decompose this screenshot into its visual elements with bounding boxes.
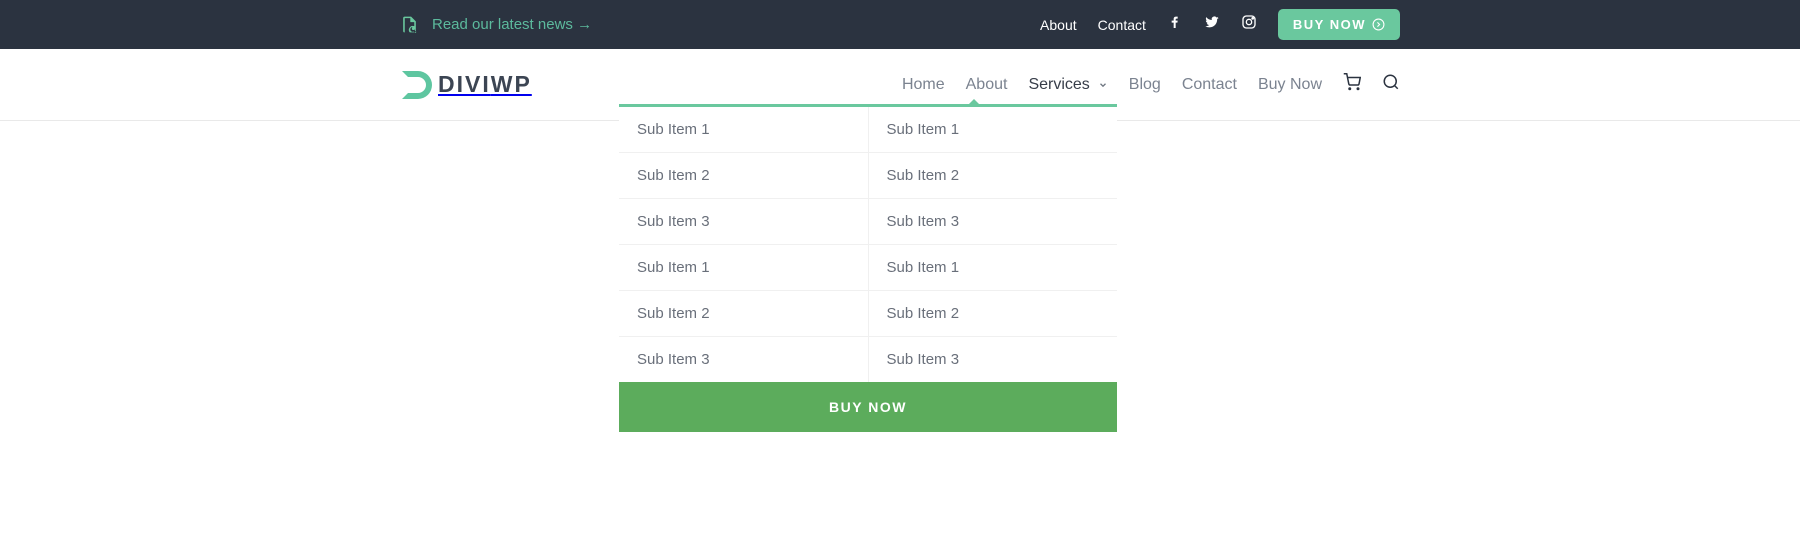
- mega-col-1: Sub Item 1 Sub Item 2 Sub Item 3 Sub Ite…: [619, 107, 869, 382]
- twitter-icon[interactable]: [1204, 14, 1220, 35]
- mega-item[interactable]: Sub Item 2: [619, 291, 868, 337]
- nav-about[interactable]: About: [966, 76, 1008, 94]
- chevron-down-icon: [1098, 80, 1108, 90]
- nav-buy-now[interactable]: Buy Now: [1258, 76, 1322, 94]
- logo-text: DIVIWP: [438, 71, 532, 98]
- mega-item[interactable]: Sub Item 2: [869, 291, 1118, 337]
- instagram-icon[interactable]: [1241, 14, 1257, 35]
- mega-col-2: Sub Item 1 Sub Item 2 Sub Item 3 Sub Ite…: [869, 107, 1118, 382]
- logo[interactable]: DIVIWP: [400, 67, 532, 103]
- mega-item[interactable]: Sub Item 1: [619, 245, 868, 291]
- mega-item[interactable]: Sub Item 3: [869, 337, 1118, 382]
- buy-now-button[interactable]: BUY NOW: [1278, 9, 1400, 40]
- nav-services-label: Services: [1028, 76, 1089, 94]
- mega-item[interactable]: Sub Item 2: [619, 153, 868, 199]
- mega-item[interactable]: Sub Item 2: [869, 153, 1118, 199]
- topbar-link-contact[interactable]: Contact: [1098, 17, 1146, 33]
- mega-item[interactable]: Sub Item 3: [869, 199, 1118, 245]
- nav-home[interactable]: Home: [902, 76, 945, 94]
- topbar: Read our latest news → About Contact BUY…: [0, 0, 1800, 49]
- mega-columns: Sub Item 1 Sub Item 2 Sub Item 3 Sub Ite…: [619, 107, 1117, 382]
- mega-item[interactable]: Sub Item 1: [869, 107, 1118, 153]
- cart-icon[interactable]: [1343, 73, 1361, 96]
- nav-services[interactable]: Services: [1028, 76, 1107, 94]
- search-icon[interactable]: [1382, 73, 1400, 96]
- nav-blog[interactable]: Blog: [1129, 76, 1161, 94]
- topbar-inner: Read our latest news → About Contact BUY…: [400, 0, 1400, 49]
- facebook-icon[interactable]: [1167, 14, 1183, 35]
- mega-item[interactable]: Sub Item 3: [619, 337, 868, 382]
- logo-icon: [400, 67, 436, 103]
- topbar-right: About Contact BUY NOW: [1040, 9, 1400, 40]
- mega-item[interactable]: Sub Item 1: [869, 245, 1118, 291]
- mega-buy-now-button[interactable]: BUY NOW: [619, 382, 1117, 432]
- mega-menu: Sub Item 1 Sub Item 2 Sub Item 3 Sub Ite…: [619, 104, 1117, 432]
- topbar-link-about[interactable]: About: [1040, 17, 1077, 33]
- news-link[interactable]: Read our latest news →: [400, 15, 592, 34]
- main-nav: Home About Services Blog Contact Buy Now: [902, 73, 1400, 96]
- nav-contact[interactable]: Contact: [1182, 76, 1237, 94]
- buy-now-label: BUY NOW: [1293, 17, 1366, 32]
- arrow-circle-icon: [1372, 18, 1385, 31]
- document-search-icon: [400, 15, 419, 34]
- news-label: Read our latest news →: [432, 16, 592, 33]
- mega-item[interactable]: Sub Item 3: [619, 199, 868, 245]
- mega-item[interactable]: Sub Item 1: [619, 107, 868, 153]
